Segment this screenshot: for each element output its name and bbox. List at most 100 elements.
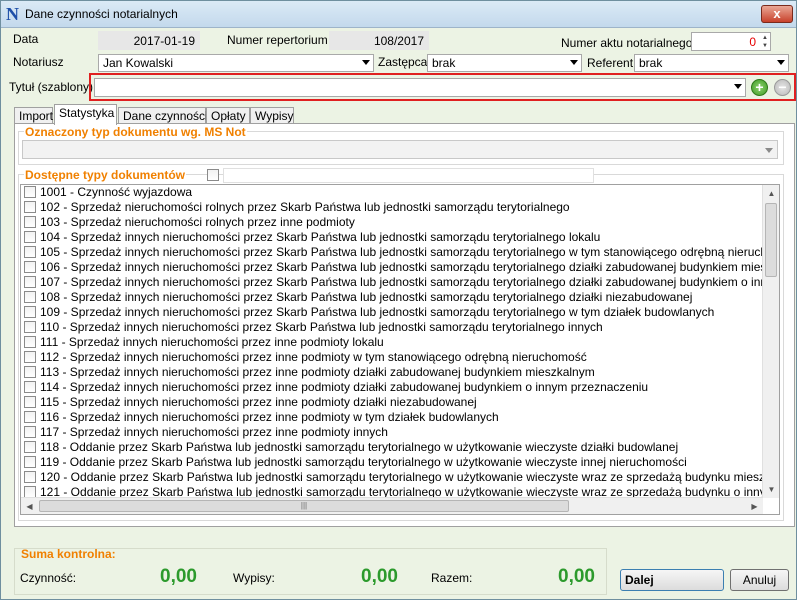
- akt-number-stepper[interactable]: 0 ▲ ▼: [691, 32, 771, 51]
- list-item[interactable]: 111 - Sprzedaż innych nieruchomości prze…: [21, 335, 763, 350]
- referent-label: Referent: [587, 56, 634, 70]
- item-checkbox[interactable]: [24, 350, 36, 363]
- zastepca-label: Zastępca: [378, 55, 428, 69]
- next-button[interactable]: Dalej: [620, 569, 724, 591]
- item-label: 105 - Sprzedaż innych nieruchomości prze…: [40, 245, 763, 259]
- scroll-left-icon[interactable]: ◀: [21, 498, 38, 514]
- item-checkbox[interactable]: [24, 380, 36, 393]
- item-label: 120 - Oddanie przez Skarb Państwa lub je…: [40, 470, 763, 484]
- akt-label: Numer aktu notarialnego: [561, 36, 693, 50]
- list-item[interactable]: 105 - Sprzedaż innych nieruchomości prze…: [21, 245, 763, 260]
- horizontal-scroll-thumb[interactable]: |||: [39, 500, 569, 512]
- plus-circle-icon: +: [755, 79, 764, 95]
- tytul-label: Tytuł (szablony): [9, 80, 94, 94]
- list-item[interactable]: 118 - Oddanie przez Skarb Państwa lub je…: [21, 440, 763, 455]
- scroll-up-icon[interactable]: ▲: [763, 185, 779, 202]
- item-label: 1001 - Czynność wyjazdowa: [40, 185, 193, 199]
- list-item[interactable]: 113 - Sprzedaż innych nieruchomości prze…: [21, 365, 763, 380]
- item-checkbox[interactable]: [24, 410, 36, 423]
- vertical-scrollbar[interactable]: ▲ ▼: [762, 185, 779, 498]
- list-item[interactable]: 104 - Sprzedaż innych nieruchomości prze…: [21, 230, 763, 245]
- referent-select[interactable]: brak: [634, 54, 789, 72]
- item-checkbox[interactable]: [24, 305, 36, 318]
- add-template-button[interactable]: +: [751, 79, 768, 96]
- tab-statystyka[interactable]: Statystyka: [54, 104, 117, 125]
- scroll-down-icon[interactable]: ▼: [763, 481, 779, 498]
- item-checkbox[interactable]: [24, 365, 36, 378]
- list-item[interactable]: 120 - Oddanie przez Skarb Państwa lub je…: [21, 470, 763, 485]
- select-all-checkbox[interactable]: [207, 169, 219, 181]
- ms-group-title: Oznaczony typ dokumentu wg. MS Not: [24, 125, 247, 139]
- item-checkbox[interactable]: [24, 320, 36, 333]
- date-label: Data: [13, 32, 39, 46]
- list-item[interactable]: 119 - Oddanie przez Skarb Państwa lub je…: [21, 455, 763, 470]
- akt-number-value: 0: [749, 35, 756, 49]
- item-checkbox[interactable]: [24, 470, 36, 483]
- item-checkbox[interactable]: [24, 245, 36, 258]
- list-item[interactable]: 108 - Sprzedaż innych nieruchomości prze…: [21, 290, 763, 305]
- vertical-scroll-thumb[interactable]: [765, 203, 777, 277]
- list-item[interactable]: 106 - Sprzedaż innych nieruchomości prze…: [21, 260, 763, 275]
- list-item[interactable]: 117 - Sprzedaż innych nieruchomości prze…: [21, 425, 763, 440]
- list-item[interactable]: 103 - Sprzedaż nieruchomości rolnych prz…: [21, 215, 763, 230]
- list-item[interactable]: 107 - Sprzedaż innych nieruchomości prze…: [21, 275, 763, 290]
- item-label: 102 - Sprzedaż nieruchomości rolnych prz…: [40, 200, 570, 214]
- item-checkbox[interactable]: [24, 215, 36, 228]
- list-item[interactable]: 110 - Sprzedaż innych nieruchomości prze…: [21, 320, 763, 335]
- chevron-down-icon: [362, 60, 370, 65]
- item-label: 119 - Oddanie przez Skarb Państwa lub je…: [40, 455, 687, 469]
- item-checkbox[interactable]: [24, 440, 36, 453]
- czynnosc-label: Czynność:: [20, 571, 77, 585]
- wypisy-label: Wypisy:: [233, 571, 275, 585]
- list-item[interactable]: 1001 - Czynność wyjazdowa: [21, 185, 763, 200]
- close-button[interactable]: x: [761, 5, 793, 23]
- notariusz-value: Jan Kowalski: [103, 56, 174, 70]
- list-item[interactable]: 116 - Sprzedaż innych nieruchomości prze…: [21, 410, 763, 425]
- stepper-up-icon[interactable]: ▲: [760, 34, 768, 42]
- item-label: 116 - Sprzedaż innych nieruchomości prze…: [40, 410, 499, 424]
- item-checkbox[interactable]: [24, 395, 36, 408]
- item-label: 109 - Sprzedaż innych nieruchomości prze…: [40, 305, 715, 319]
- date-field: 2017-01-19: [98, 31, 200, 50]
- item-label: 115 - Sprzedaż innych nieruchomości prze…: [40, 395, 477, 409]
- repertorium-field: 108/2017: [329, 31, 429, 50]
- minus-circle-icon: −: [778, 79, 787, 95]
- tytul-template-select[interactable]: [94, 78, 746, 97]
- zastepca-select[interactable]: brak: [427, 54, 582, 72]
- horizontal-scrollbar[interactable]: ◀ ||| ▶: [21, 497, 763, 514]
- item-label: 110 - Sprzedaż innych nieruchomości prze…: [40, 320, 603, 334]
- scroll-right-icon[interactable]: ▶: [746, 498, 763, 514]
- remove-template-button[interactable]: −: [774, 79, 791, 96]
- item-checkbox[interactable]: [24, 275, 36, 288]
- item-checkbox[interactable]: [24, 290, 36, 303]
- window-title: Dane czynności notarialnych: [25, 7, 178, 21]
- list-item[interactable]: 102 - Sprzedaż nieruchomości rolnych prz…: [21, 200, 763, 215]
- chevron-down-icon: [765, 148, 773, 153]
- repertorium-label: Numer repertorium: [227, 33, 328, 47]
- list-item[interactable]: 109 - Sprzedaż innych nieruchomości prze…: [21, 305, 763, 320]
- item-checkbox[interactable]: [24, 455, 36, 468]
- cancel-button[interactable]: Anuluj: [730, 569, 789, 591]
- chevron-down-icon: [570, 60, 578, 65]
- item-checkbox[interactable]: [24, 425, 36, 438]
- item-checkbox[interactable]: [24, 260, 36, 273]
- notariusz-select[interactable]: Jan Kowalski: [98, 54, 374, 72]
- ms-doc-type-select[interactable]: [22, 140, 778, 159]
- item-checkbox[interactable]: [24, 185, 36, 198]
- item-checkbox[interactable]: [24, 230, 36, 243]
- item-label: 104 - Sprzedaż innych nieruchomości prze…: [40, 230, 601, 244]
- title-bar[interactable]: N Dane czynności notarialnych x: [1, 1, 796, 28]
- item-label: 103 - Sprzedaż nieruchomości rolnych prz…: [40, 215, 355, 229]
- list-item[interactable]: 114 - Sprzedaż innych nieruchomości prze…: [21, 380, 763, 395]
- filter-input[interactable]: [223, 168, 594, 183]
- item-label: 114 - Sprzedaż innych nieruchomości prze…: [40, 380, 649, 394]
- list-item[interactable]: 112 - Sprzedaż innych nieruchomości prze…: [21, 350, 763, 365]
- list-item[interactable]: 115 - Sprzedaż innych nieruchomości prze…: [21, 395, 763, 410]
- item-checkbox[interactable]: [24, 200, 36, 213]
- item-checkbox[interactable]: [24, 335, 36, 348]
- item-label: 108 - Sprzedaż innych nieruchomości prze…: [40, 290, 693, 304]
- document-types-list: 1001 - Czynność wyjazdowa 102 - Sprzedaż …: [20, 184, 780, 515]
- item-label: 111 - Sprzedaż innych nieruchomości prze…: [40, 335, 384, 349]
- item-label: 107 - Sprzedaż innych nieruchomości prze…: [40, 275, 763, 289]
- stepper-down-icon[interactable]: ▼: [760, 42, 768, 50]
